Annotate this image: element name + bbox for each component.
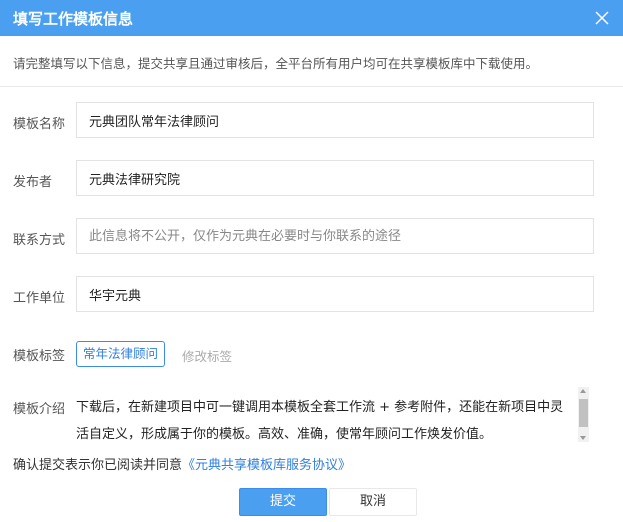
template-name-input[interactable] [77, 103, 593, 137]
template-name-label: 模板名称 [13, 117, 66, 132]
publisher-field[interactable] [76, 160, 594, 196]
tags-label: 模板标签 [13, 349, 66, 364]
publisher-input[interactable] [77, 161, 593, 195]
agreement-text: 确认提交表示你已阅读并同意 [13, 458, 183, 473]
intro-text: 请完整填写以下信息，提交共享且通过审核后，全平台所有用户均可在共享模板库中下载使… [13, 56, 539, 71]
dialog-title: 填写工作模板信息 [13, 10, 134, 28]
scroll-up-icon[interactable] [580, 389, 586, 393]
agreement: 确认提交表示你已阅读并同意《元典共享模板库服务协议》 [13, 454, 351, 473]
divider [0, 86, 623, 87]
tag-chip[interactable]: 常年法律顾问 [76, 341, 166, 367]
description-scrollbar[interactable] [578, 387, 589, 442]
template-name-field[interactable] [76, 102, 594, 138]
dialog-header: 填写工作模板信息 [0, 0, 623, 36]
contact-field[interactable] [76, 218, 594, 254]
organization-label: 工作单位 [13, 291, 66, 306]
description-text[interactable]: 下载后，在新建项目中可一键调用本模板全套工作流 + 参考附件，还能在新项目中灵活… [76, 394, 571, 448]
close-icon[interactable] [595, 10, 609, 25]
cancel-button[interactable]: 取消 [329, 488, 417, 516]
publisher-label: 发布者 [13, 175, 53, 190]
organization-input[interactable] [77, 277, 593, 311]
edit-tags-link[interactable]: 修改标签 [182, 346, 232, 365]
agreement-link[interactable]: 《元典共享模板库服务协议》 [182, 458, 351, 473]
organization-field[interactable] [76, 276, 594, 312]
scroll-down-icon[interactable] [580, 436, 586, 440]
contact-input[interactable] [77, 219, 593, 253]
description-label: 模板介绍 [13, 402, 66, 417]
contact-label: 联系方式 [13, 233, 66, 248]
scroll-thumb[interactable] [579, 399, 588, 427]
submit-button[interactable]: 提交 [239, 488, 327, 516]
